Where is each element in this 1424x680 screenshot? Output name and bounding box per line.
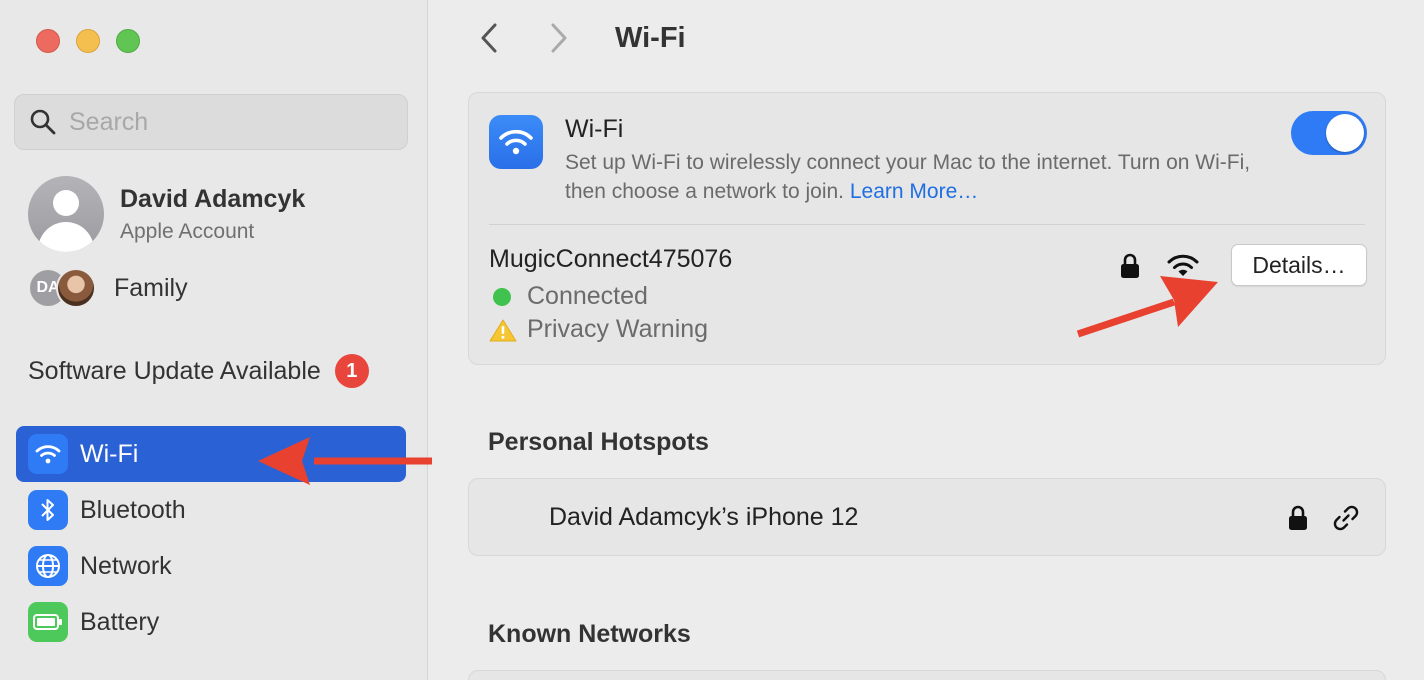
network-name: MugicConnect475076 [489,245,733,273]
main-pane: Wi-Fi Wi-Fi Set up Wi-Fi to wirelessly c… [429,0,1424,680]
wifi-description: Set up Wi-Fi to wirelessly connect your … [565,148,1255,206]
bluetooth-icon [28,490,68,530]
wifi-icon [28,434,68,474]
personal-hotspots-heading: Personal Hotspots [488,428,709,456]
current-network: MugicConnect475076 Connected Privacy War… [489,245,732,344]
chevron-left-icon [481,23,497,53]
wifi-section-title: Wi-Fi [565,115,624,143]
close-window-button[interactable] [36,29,60,53]
connection-status: Connected [489,282,732,311]
lock-icon [1289,505,1307,530]
avatar [28,176,104,252]
sidebar-nav: Wi-Fi Bluetooth Network Battery [16,426,406,650]
window-controls [36,29,140,53]
search-input[interactable] [69,107,369,137]
sidebar-item-network[interactable]: Network [16,538,406,594]
account-subtitle: Apple Account [120,219,255,243]
page-title: Wi-Fi [615,21,686,54]
network-indicators [1119,253,1199,279]
hotspot-name: David Adamcyk’s iPhone 12 [549,503,859,531]
status-text: Connected [527,282,648,310]
family-avatar-photo [56,268,96,308]
account-name: David Adamcyk [120,184,306,213]
search-icon [30,109,56,135]
divider [489,224,1365,225]
warning-text: Privacy Warning [527,315,709,343]
privacy-warning: Privacy Warning [489,315,732,344]
sidebar: David Adamcyk Apple Account DA Family So… [0,0,428,680]
toolbar: Wi-Fi [469,18,686,58]
sidebar-item-bluetooth[interactable]: Bluetooth [16,482,406,538]
link-icon [1333,505,1359,531]
sidebar-item-label: Wi-Fi [80,439,139,468]
sidebar-item-label: Bluetooth [80,495,186,524]
connected-dot-icon [493,287,511,306]
minimize-window-button[interactable] [76,29,100,53]
search-field[interactable] [14,94,408,150]
lock-icon [1121,253,1139,278]
update-count-badge: 1 [334,354,369,388]
family-item[interactable]: DA Family [28,268,188,308]
software-update-label: Software Update Available [28,356,321,385]
wifi-card: Wi-Fi Set up Wi-Fi to wirelessly connect… [468,92,1386,365]
zoom-window-button[interactable] [116,29,140,53]
wifi-toggle[interactable] [1291,111,1367,155]
forward-button[interactable] [539,18,579,58]
sidebar-item-label: Network [80,551,172,580]
sidebar-item-battery[interactable]: Battery [16,594,406,650]
known-networks-heading: Known Networks [488,620,691,648]
sidebar-item-wifi[interactable]: Wi-Fi [16,426,406,482]
details-button[interactable]: Details… [1231,244,1367,286]
wifi-icon [489,115,543,169]
known-networks-list [468,670,1386,680]
warning-icon [489,319,517,341]
wifi-signal-icon [1167,254,1199,276]
family-label: Family [114,273,188,302]
software-update-item[interactable]: Software Update Available 1 [28,354,398,388]
chevron-right-icon [551,23,567,53]
globe-icon [28,546,68,586]
hotspot-indicators [1287,503,1361,533]
apple-account[interactable]: David Adamcyk Apple Account [28,176,305,252]
learn-more-link[interactable]: Learn More… [850,180,978,203]
sidebar-item-label: Battery [80,607,160,636]
back-button[interactable] [469,18,509,58]
hotspot-row[interactable]: David Adamcyk’s iPhone 12 [468,478,1386,556]
battery-icon [28,602,68,642]
